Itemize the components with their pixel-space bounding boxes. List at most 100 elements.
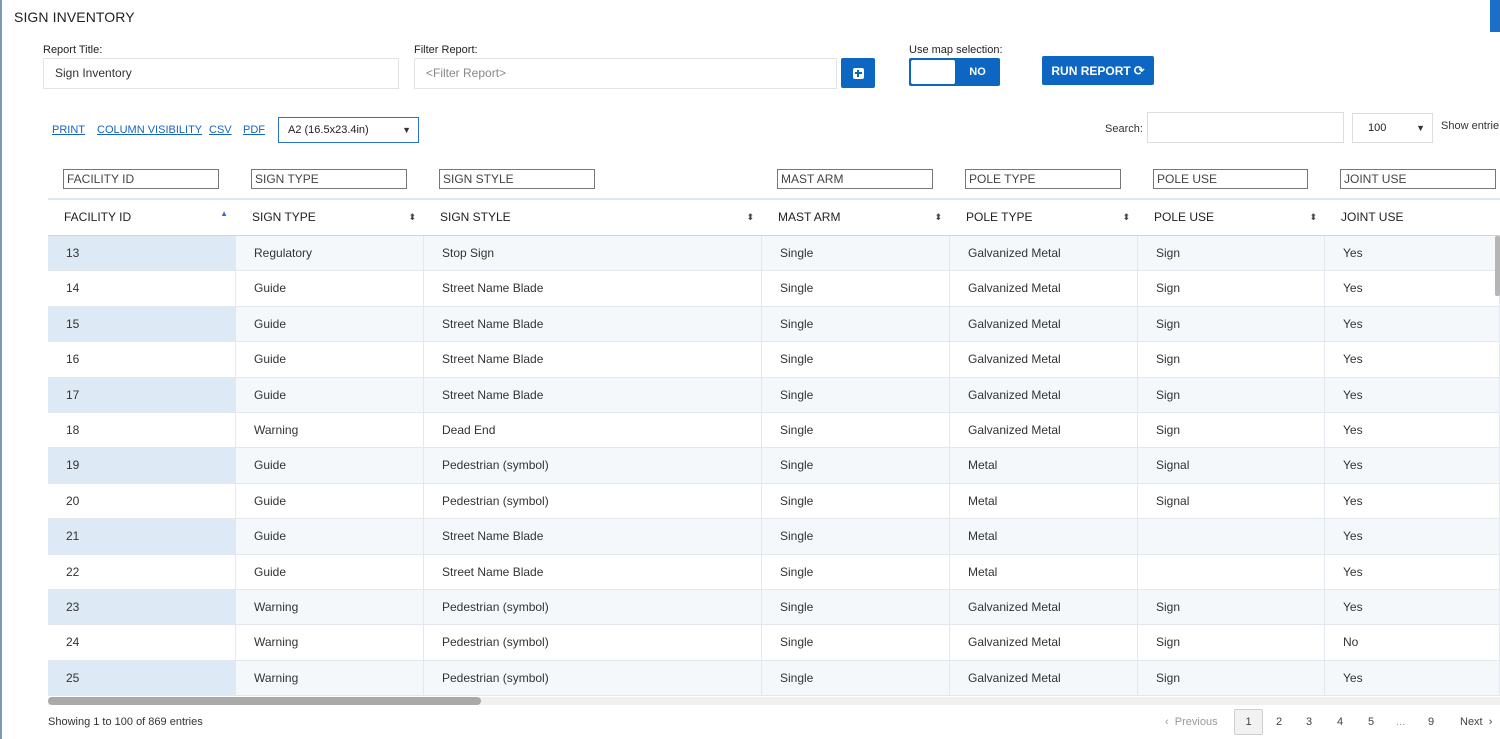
filter-facility-id[interactable]: FACILITY ID	[63, 169, 219, 189]
cell-pole-type: Metal	[950, 448, 1138, 483]
cell-sign-type: Warning	[236, 625, 424, 660]
table-row[interactable]: 22 Guide Street Name Blade Single Metal Yes	[48, 554, 1500, 590]
vertical-scrollbar[interactable]	[1495, 236, 1500, 296]
cell-pole-use: Sign	[1138, 412, 1325, 448]
filter-sign-type[interactable]: SIGN TYPE	[251, 169, 407, 189]
table-row[interactable]: 15 Guide Street Name Blade Single Galvanized…	[48, 306, 1500, 343]
cell-facility-id: 23	[48, 589, 236, 625]
cell-mast-arm: Single	[762, 342, 950, 377]
cell-joint-use: Yes	[1325, 306, 1500, 342]
page-button-1[interactable]: 1	[1234, 709, 1263, 735]
table-row[interactable]: 21 Guide Street Name Blade Single Metal Yes	[48, 519, 1500, 555]
run-report-button[interactable]: RUN REPORT ⟳	[1042, 56, 1154, 85]
cell-facility-id: 15	[48, 306, 236, 342]
page-button-3[interactable]: 3	[1306, 716, 1312, 728]
filter-joint-use[interactable]: JOINT USE	[1340, 169, 1496, 189]
cell-sign-style: Pedestrian (symbol)	[424, 448, 762, 483]
table-row[interactable]: 20 Guide Pedestrian (symbol) Single Metal Sig…	[48, 483, 1500, 520]
search-input[interactable]	[1147, 112, 1344, 143]
cell-sign-style: Street Name Blade	[424, 519, 762, 554]
column-header-sign-type[interactable]: SIGN TYPE ⬍	[236, 200, 424, 235]
filter-pole-use[interactable]: POLE USE	[1153, 169, 1308, 189]
table-row[interactable]: 19 Guide Pedestrian (symbol) Single Metal Sig…	[48, 448, 1500, 484]
pdf-link[interactable]: PDF	[243, 124, 265, 136]
column-header-mast-arm[interactable]: MAST ARM ⬍	[762, 200, 950, 235]
cell-pole-use: Sign	[1138, 589, 1325, 625]
top-right-tab[interactable]	[1490, 0, 1500, 32]
table-row[interactable]: 18 Warning Dead End Single Galvanized Metal S…	[48, 412, 1500, 449]
page-length-select[interactable]: 100 ▼	[1352, 113, 1433, 143]
cell-pole-use: Sign	[1138, 271, 1325, 306]
sort-icon: ⬍	[1122, 212, 1130, 222]
cell-pole-type: Galvanized Metal	[950, 660, 1138, 696]
cell-facility-id: 24	[48, 625, 236, 660]
cell-joint-use: Yes	[1325, 377, 1500, 412]
column-header-sign-style[interactable]: SIGN STYLE ⬍	[424, 200, 762, 235]
cell-sign-style: Street Name Blade	[424, 306, 762, 342]
print-link[interactable]: PRINT	[52, 124, 85, 136]
window-left-edge	[0, 0, 2, 739]
page-button-5[interactable]: 5	[1368, 716, 1374, 728]
cell-joint-use: No	[1325, 625, 1500, 660]
cell-pole-type: Galvanized Metal	[950, 236, 1138, 271]
horizontal-scrollbar-thumb[interactable]	[48, 697, 481, 705]
page-button-4[interactable]: 4	[1337, 716, 1343, 728]
cell-pole-type: Galvanized Metal	[950, 412, 1138, 448]
cell-joint-use: Yes	[1325, 412, 1500, 448]
column-header-pole-use[interactable]: POLE USE ⬍	[1138, 200, 1325, 235]
filter-report-input[interactable]: <Filter Report>	[414, 58, 837, 89]
table-row[interactable]: 14 Guide Street Name Blade Single Galvanized…	[48, 271, 1500, 307]
cell-mast-arm: Single	[762, 412, 950, 448]
report-title-label: Report Title:	[43, 44, 103, 56]
cell-sign-style: Pedestrian (symbol)	[424, 483, 762, 519]
table-row[interactable]: 24 Warning Pedestrian (symbol) Single Galvan…	[48, 625, 1500, 661]
page-button-9[interactable]: 9	[1428, 716, 1434, 728]
column-header-joint-use[interactable]: JOINT USE	[1325, 200, 1500, 235]
page-button-2[interactable]: 2	[1276, 716, 1282, 728]
cell-facility-id: 18	[48, 412, 236, 448]
paper-size-select[interactable]: A2 (16.5x23.4in) ▼	[278, 117, 419, 143]
cell-sign-type: Warning	[236, 589, 424, 625]
cell-sign-type: Guide	[236, 519, 424, 554]
map-selection-toggle[interactable]: NO	[909, 58, 1000, 86]
filter-pole-type[interactable]: POLE TYPE	[965, 169, 1121, 189]
dropdown-caret-icon: ▼	[402, 125, 411, 135]
cell-facility-id: 20	[48, 483, 236, 519]
filter-report-label: Filter Report:	[414, 44, 478, 56]
cell-pole-type: Galvanized Metal	[950, 625, 1138, 660]
table-row[interactable]: 23 Warning Pedestrian (symbol) Single Galvan…	[48, 589, 1500, 626]
cell-facility-id: 19	[48, 448, 236, 483]
chevron-left-icon: ‹	[1165, 716, 1169, 728]
cell-pole-type: Galvanized Metal	[950, 342, 1138, 377]
cell-mast-arm: Single	[762, 377, 950, 412]
table-row[interactable]: 17 Guide Street Name Blade Single Galvanized…	[48, 377, 1500, 413]
column-visibility-link[interactable]: COLUMN VISIBILITY	[97, 124, 202, 136]
table-row[interactable]: 13 Regulatory Stop Sign Single Galvanized Me…	[48, 236, 1500, 272]
cell-mast-arm: Single	[762, 589, 950, 625]
table-body: 13 Regulatory Stop Sign Single Galvanized Me…	[48, 236, 1500, 696]
page-length-value: 100	[1368, 122, 1387, 134]
cell-sign-style: Street Name Blade	[424, 554, 762, 589]
toggle-state-label: NO	[969, 66, 986, 78]
report-title-input[interactable]: Sign Inventory	[43, 58, 399, 89]
cell-sign-style: Dead End	[424, 412, 762, 448]
column-header-facility-id[interactable]: FACILITY ID ▲	[48, 200, 236, 235]
cell-pole-use: Signal	[1138, 483, 1325, 519]
cell-facility-id: 22	[48, 554, 236, 589]
cell-pole-use: Sign	[1138, 342, 1325, 377]
cell-sign-style: Stop Sign	[424, 236, 762, 271]
cell-pole-type: Galvanized Metal	[950, 377, 1138, 412]
next-page-button[interactable]: Next ›	[1460, 716, 1492, 728]
column-header-pole-type[interactable]: POLE TYPE ⬍	[950, 200, 1138, 235]
csv-link[interactable]: CSV	[209, 124, 232, 136]
add-filter-button[interactable]	[841, 58, 875, 88]
filter-sign-style[interactable]: SIGN STYLE	[439, 169, 595, 189]
cell-sign-type: Regulatory	[236, 236, 424, 271]
table-row[interactable]: 25 Warning Pedestrian (symbol) Single Galvan…	[48, 660, 1500, 696]
cell-joint-use: Yes	[1325, 519, 1500, 554]
cell-pole-use: Signal	[1138, 448, 1325, 483]
table-row[interactable]: 16 Guide Street Name Blade Single Galvanized…	[48, 342, 1500, 378]
previous-page-button[interactable]: ‹ Previous	[1165, 716, 1218, 728]
cell-pole-use	[1138, 519, 1325, 554]
filter-mast-arm[interactable]: MAST ARM	[777, 169, 933, 189]
